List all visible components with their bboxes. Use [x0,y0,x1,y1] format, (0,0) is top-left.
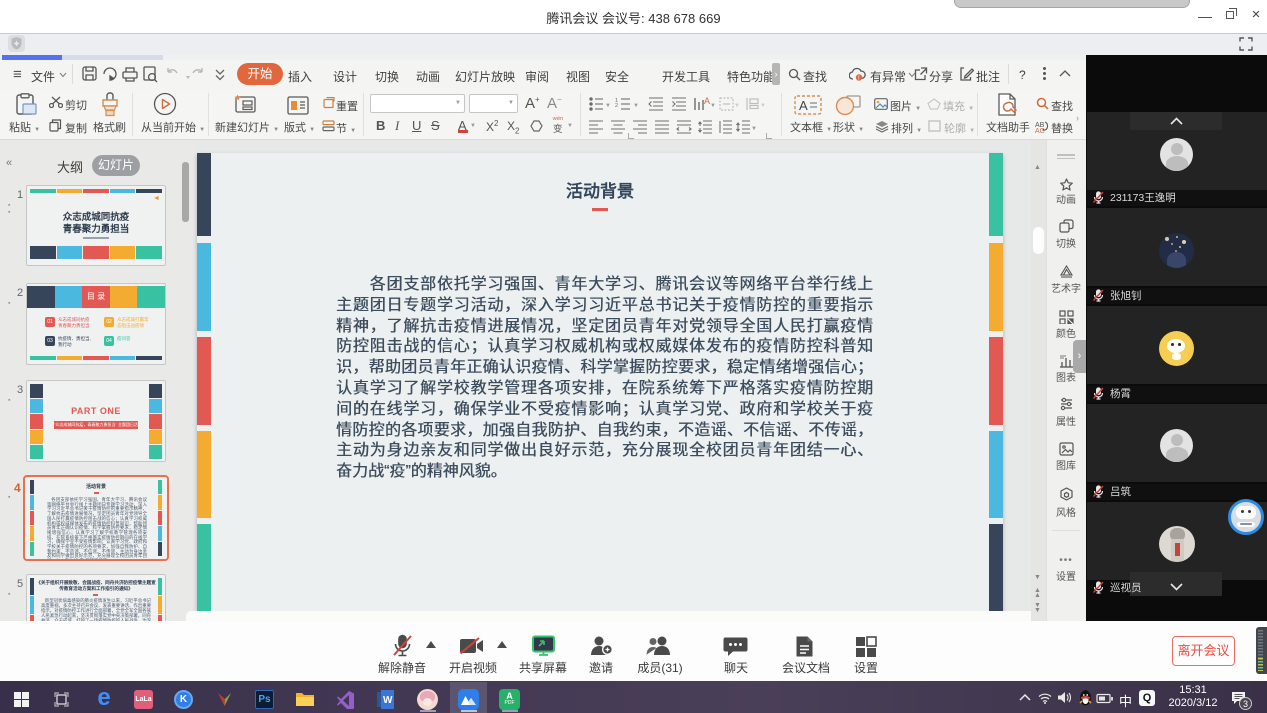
svg-text:▼: ▼ [605,103,611,109]
svg-text:▼: ▼ [710,103,716,109]
svg-text:▼: ▼ [760,103,766,109]
svg-text:▼: ▼ [633,103,639,109]
svg-text:▼: ▼ [751,126,757,132]
svg-text:A: A [799,98,808,113]
svg-text:2: 2 [615,103,618,109]
svg-text:▼: ▼ [734,103,740,109]
